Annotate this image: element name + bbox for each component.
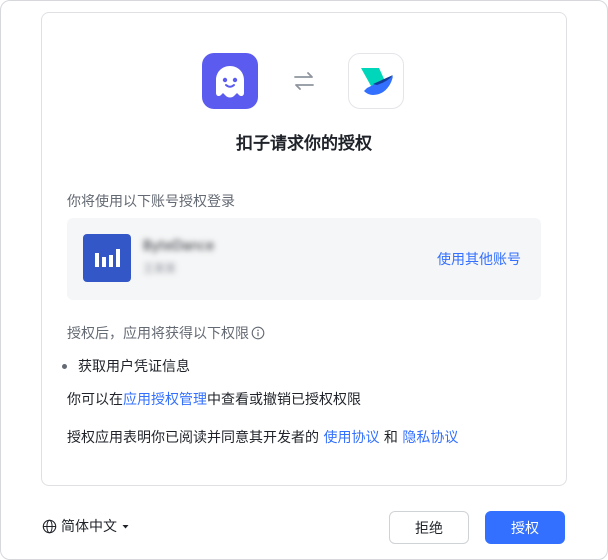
permissions-heading-text: 授权后，应用将获得以下权限 [67, 326, 249, 342]
account-subtext: 王某某 [143, 262, 176, 275]
agreement-and: 和 [379, 430, 403, 446]
privacy-policy-link[interactable]: 隐私协议 [402, 430, 458, 446]
bullet-icon [62, 363, 67, 369]
permissions-heading: 授权后，应用将获得以下权限 [67, 323, 265, 343]
swap-arrows-icon [291, 69, 317, 93]
manage-hint: 你可以在应用授权管理中查看或撤销已授权权限 [67, 389, 361, 409]
info-icon[interactable] [251, 326, 265, 340]
reject-button[interactable]: 拒绝 [389, 511, 469, 544]
switch-account-link[interactable]: 使用其他账号 [437, 249, 521, 269]
ghost-mascot-icon [202, 53, 258, 109]
manage-prefix: 你可以在 [67, 392, 123, 408]
page-title: 扣子请求你的授权 [236, 134, 372, 154]
account-name: ByteDance [143, 239, 215, 254]
language-label: 简体中文 [61, 519, 117, 535]
globe-icon [42, 519, 57, 533]
list-item: 获取用户凭证信息 [62, 356, 190, 376]
account-subtitle: 你将使用以下账号授权登录 [67, 194, 235, 210]
agreement-prefix: 授权应用表明你已阅读并同意其开发者的 [67, 430, 324, 446]
account-card: ByteDance 王某某 使用其他账号 [67, 218, 541, 300]
avatar [83, 234, 131, 282]
agreement-text: 授权应用表明你已阅读并同意其开发者的 使用协议 和 隐私协议 [67, 427, 458, 447]
authorization-card: 扣子请求你的授权 你将使用以下账号授权登录 ByteDance 王某某 使用其他… [41, 12, 567, 486]
authorize-button[interactable]: 授权 [485, 511, 565, 544]
permission-label: 获取用户凭证信息 [78, 359, 190, 375]
language-selector[interactable]: 简体中文 [42, 516, 130, 536]
caret-down-icon [122, 524, 129, 528]
lark-bird-icon [348, 53, 404, 109]
terms-of-use-link[interactable]: 使用协议 [323, 430, 379, 446]
app-authorization-management-link[interactable]: 应用授权管理 [123, 392, 207, 408]
manage-suffix: 中查看或撤销已授权权限 [207, 392, 361, 408]
